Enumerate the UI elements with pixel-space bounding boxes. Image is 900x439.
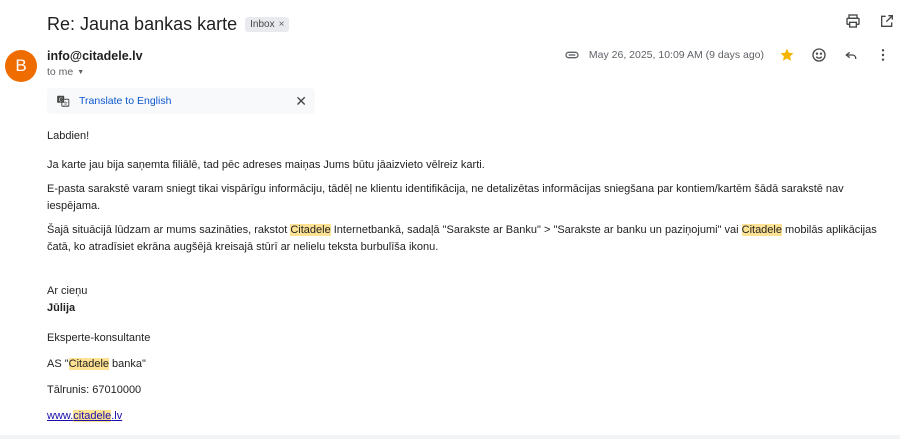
sender-avatar[interactable]: B [5,50,37,82]
p3-text-a: Šajā situācijā lūdzam ar mums sazināties… [47,224,291,236]
search-highlight: Citadele [68,358,109,370]
translate-link[interactable]: Translate to English [79,95,171,107]
signature-website[interactable]: www.citadele.lv [47,408,892,425]
more-options-icon[interactable] [874,46,892,64]
remove-label-button[interactable]: × [279,19,285,30]
star-icon[interactable] [778,46,796,64]
website-link[interactable]: www.citadele.lv [47,410,122,422]
emoji-reaction-icon[interactable] [810,46,828,64]
open-in-new-window-icon[interactable] [878,12,896,30]
translate-icon: G文 [56,94,70,108]
body-paragraph-2: E-pasta sarakstē varam sniegt tikai visp… [47,183,844,212]
inbox-label-chip[interactable]: Inbox × [245,16,290,32]
greeting: Labdien! [47,130,90,142]
signature-name: Jūlija [47,302,76,314]
subject-row: Re: Jauna bankas karte Inbox × [47,10,890,38]
message-meta: May 26, 2025, 10:09 AM (9 days ago) [563,46,892,64]
sender-email[interactable]: info@citadele.lv [47,49,143,63]
message-body: Labdien! Ja karte jau bija saņemta filiā… [47,128,892,425]
company-text-b: banka" [109,358,146,370]
body-paragraph-3: Šajā situācijā lūdzam ar mums sazināties… [47,222,892,256]
print-icon[interactable] [844,12,862,30]
translate-bar: G文 Translate to English ✕ [47,88,315,114]
company-text-a: AS " [47,358,69,370]
recipient-details[interactable]: to me ▼ [47,66,84,78]
search-highlight: Citadele [741,224,782,236]
signature-closing: Ar cieņu [47,285,88,297]
svg-text:G: G [59,97,63,103]
chevron-down-icon[interactable]: ▼ [77,69,84,76]
label-tag-icon [563,46,581,64]
message-date: May 26, 2025, 10:09 AM (9 days ago) [588,49,764,61]
top-actions [844,12,896,30]
bottom-divider [0,435,900,439]
p3-text-b: Internetbankā, sadaļā "Sarakste ar Banku… [330,224,742,236]
body-paragraph-1: Ja karte jau bija saņemta filiālē, tad p… [47,159,485,171]
signature-role: Eksperte-konsultante [47,332,151,344]
search-highlight: citadele [73,410,112,422]
search-highlight: Citadele [290,224,331,236]
close-translate-button[interactable]: ✕ [295,93,307,110]
email-subject: Re: Jauna bankas karte [47,13,238,34]
reply-icon[interactable] [842,46,860,64]
signature-company: AS "Citadele banka" [47,356,892,373]
inbox-label-text: Inbox [250,18,275,30]
recipient-label: to me [47,66,74,78]
signature-phone: Tālrunis: 67010000 [47,384,142,396]
